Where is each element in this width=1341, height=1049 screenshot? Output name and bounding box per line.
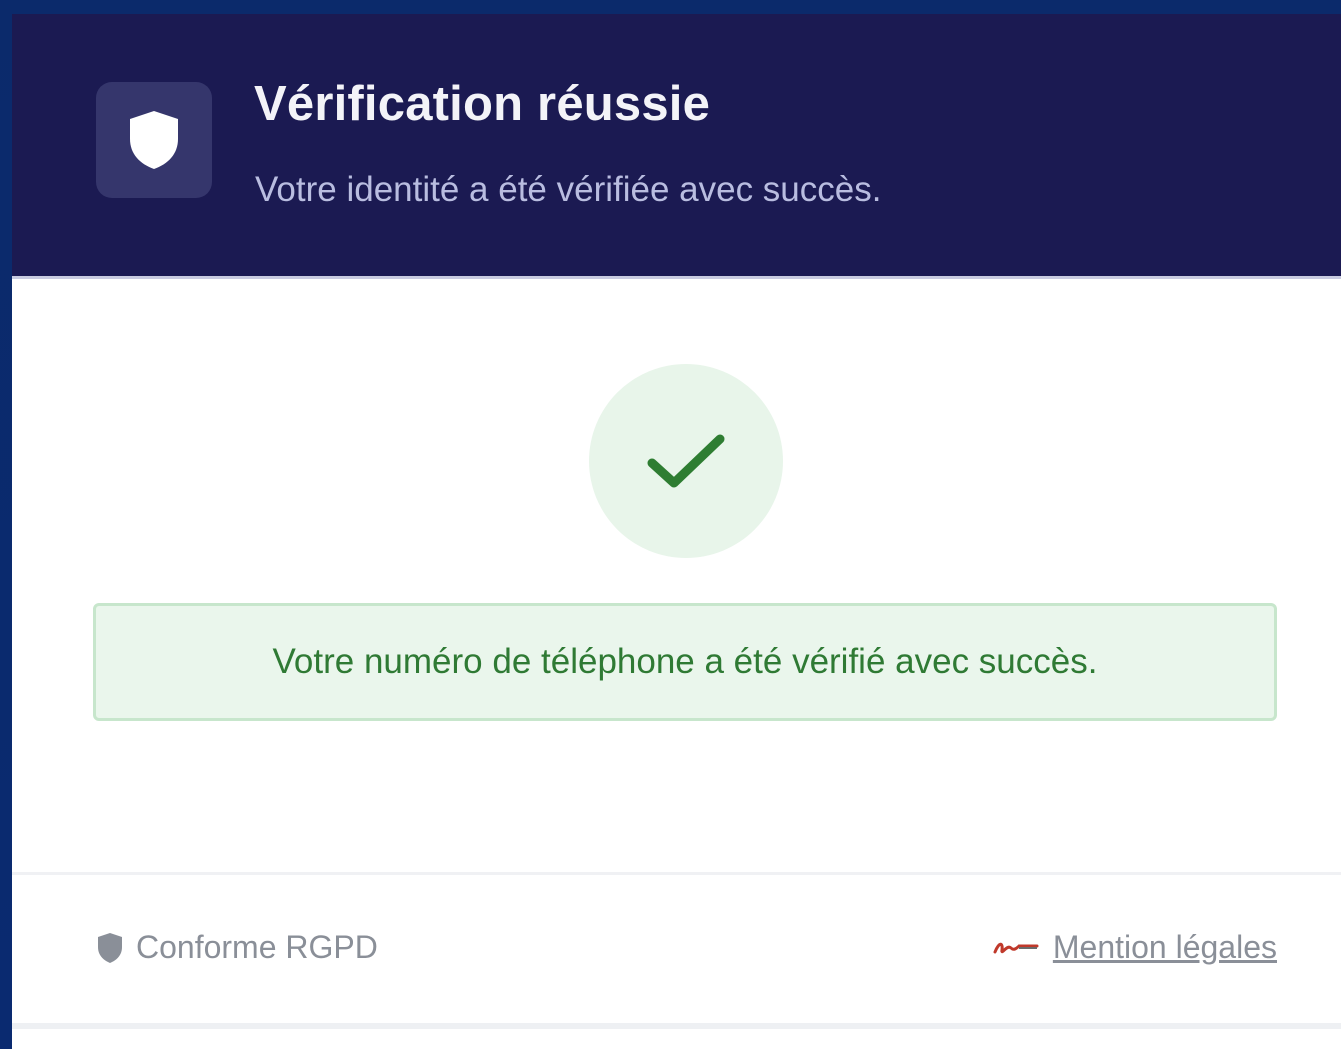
legal-notice-link[interactable]: Mention légales	[1053, 929, 1277, 966]
checkmark-icon	[647, 434, 725, 488]
success-alert: Votre numéro de téléphone a été vérifié …	[93, 603, 1277, 721]
compliance-label: Conforme RGPD	[136, 929, 378, 965]
success-message: Votre numéro de téléphone a été vérifié …	[272, 642, 1098, 681]
card-footer: Conforme RGPD Mention légales	[12, 872, 1341, 1029]
signature-icon	[993, 942, 1039, 953]
page-subtitle: Votre identité a été vérifiée avec succè…	[255, 170, 882, 209]
verification-card: Vérification réussie Votre identité a ét…	[12, 14, 1341, 1049]
card-header: Vérification réussie Votre identité a ét…	[12, 14, 1341, 279]
shield-icon	[98, 932, 122, 963]
shield-icon	[130, 111, 178, 169]
legal-section: Mention légales	[993, 929, 1277, 966]
compliance-badge: Conforme RGPD	[96, 929, 378, 966]
page-title: Vérification réussie	[254, 77, 711, 131]
success-indicator	[589, 364, 783, 558]
header-icon-container	[96, 82, 212, 198]
